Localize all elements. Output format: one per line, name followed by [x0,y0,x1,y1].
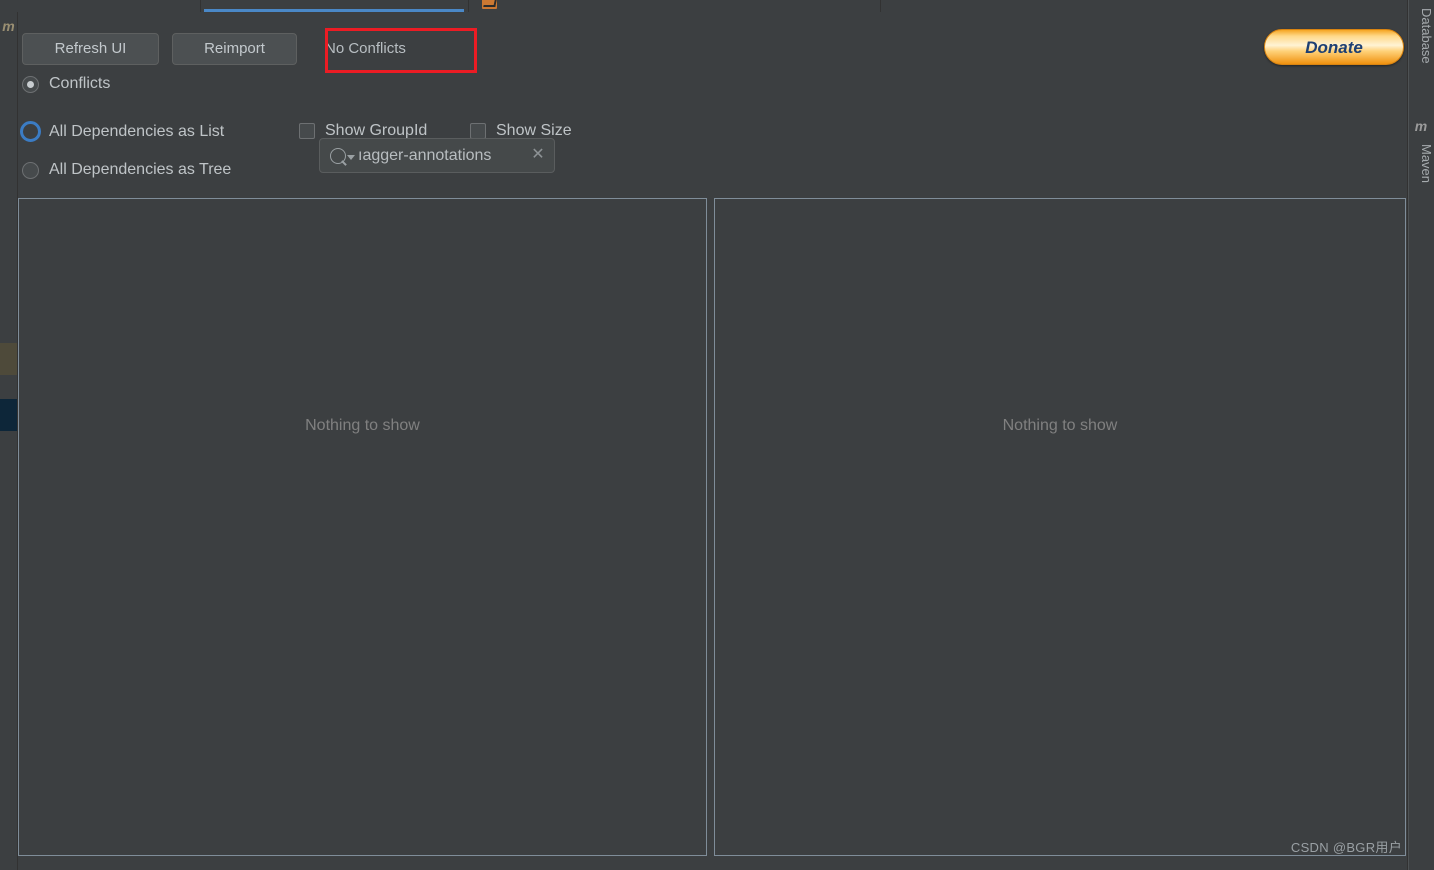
tab-divider-2 [468,0,469,12]
tool-window-database[interactable]: Database [1408,8,1434,64]
search-icon [330,148,346,164]
maven-icon: m [1414,118,1428,134]
radio-indicator-all-dependencies-as-list[interactable] [20,121,41,142]
no-conflicts-status: No Conflicts [325,40,406,57]
close-icon[interactable]: ✕ [530,147,546,163]
editor-tab-strip [0,0,1434,12]
gutter-marker-navy [0,399,17,431]
checkbox-indicator-show-size[interactable] [470,123,486,139]
checkbox-indicator-show-groupid[interactable] [299,123,315,139]
tab-inactive-2[interactable] [500,0,880,12]
radio-label-conflicts: Conflicts [49,75,111,92]
reimport-button[interactable]: Reimport [172,33,297,65]
radio-option-conflicts[interactable]: Conflicts [22,75,110,93]
dependency-detail-panel[interactable]: Nothing to show [714,198,1406,856]
right-tool-window-bar: Database m Maven [1407,0,1434,870]
tab-divider-1 [200,0,201,12]
tab-inactive-1[interactable] [18,0,168,12]
refresh-ui-button[interactable]: Refresh UI [22,33,159,65]
radio-indicator-conflicts[interactable] [22,75,39,93]
maven-toolbar: Refresh UI Reimport No Conflicts Donate [17,12,1434,73]
right-panel-empty-text: Nothing to show [1002,417,1118,434]
left-gutter: m [0,0,17,870]
maven-gutter-mark: m [2,18,15,34]
gutter-marker-olive [0,343,17,375]
radio-label-all-dependencies-as-tree: All Dependencies as Tree [49,161,232,178]
maven-file-icon [482,0,497,9]
tool-window-maven[interactable]: Maven [1408,144,1434,183]
radio-option-all-dependencies-as-tree[interactable]: All Dependencies as Tree [22,161,231,179]
donate-button[interactable]: Donate [1264,29,1404,65]
left-panel-empty-text: Nothing to show [305,417,420,434]
chevron-down-icon[interactable] [347,155,355,160]
radio-indicator-all-dependencies-as-tree[interactable] [22,161,39,179]
search-input[interactable]: ıagger-annotations [358,139,536,172]
radio-label-all-dependencies-as-list: All Dependencies as List [49,122,225,140]
tab-divider-3 [880,0,881,12]
dependency-search-field[interactable]: ıagger-annotations ✕ [319,138,555,173]
radio-option-all-dependencies-as-list[interactable]: All Dependencies as List [20,121,224,142]
dependency-list-panel[interactable]: Nothing to show [18,198,707,856]
